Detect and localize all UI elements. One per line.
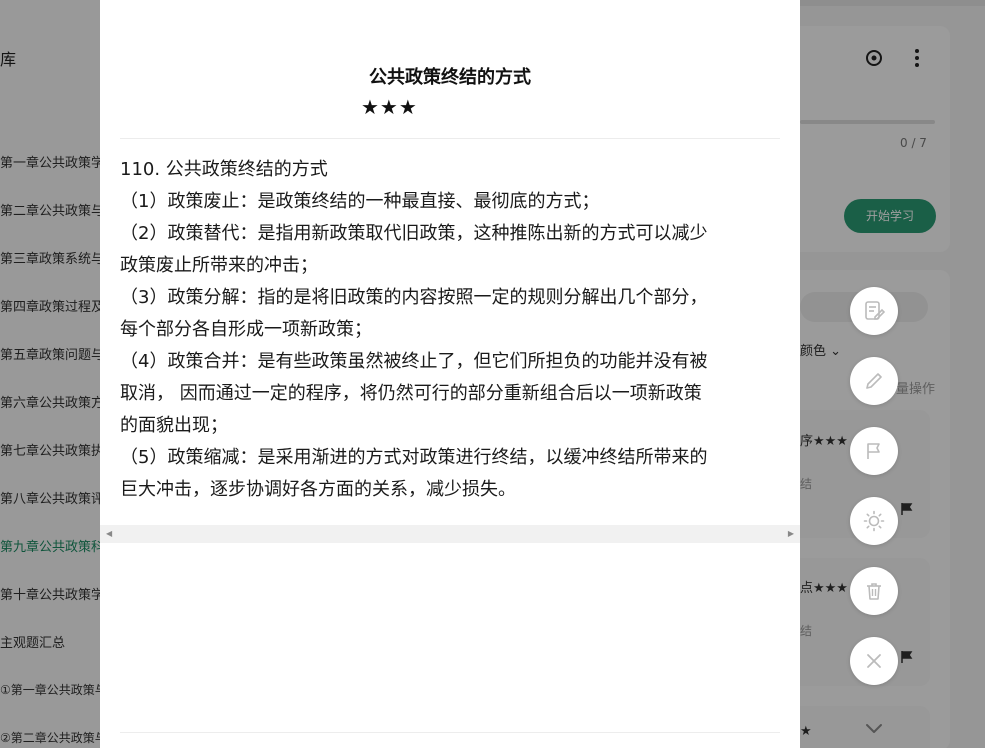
edit-note-button[interactable]: [850, 287, 898, 335]
scroll-right-icon[interactable]: ▶: [788, 529, 794, 538]
pencil-icon: [864, 371, 884, 391]
brightness-button[interactable]: [850, 497, 898, 545]
brightness-icon: [863, 510, 885, 532]
delete-button[interactable]: [850, 567, 898, 615]
content-line: 政策废止所带来的冲击；: [120, 255, 318, 276]
close-icon: [865, 652, 883, 670]
chevron-down-icon[interactable]: [864, 720, 884, 739]
scroll-left-icon[interactable]: ◀: [106, 529, 112, 538]
content-line: （1）政策废止：是政策终结的一种最直接、最彻底的方式；: [120, 191, 600, 212]
trash-icon: [864, 581, 884, 601]
content-line: 取消， 因而通过一定的程序，将仍然可行的部分重新组合后以一项新政策: [120, 383, 702, 404]
content-line: （2）政策替代：是指用新政策取代旧政策，这种推陈出新的方式可以减少: [120, 223, 708, 244]
title-divider: [120, 138, 780, 139]
content-line: 每个部分各自形成一项新政策；: [120, 319, 372, 340]
edit-note-icon: [863, 300, 885, 322]
close-button[interactable]: [850, 637, 898, 685]
note-detail-modal: 公共政策终结的方式 ★★★ 110. 公共政策终结的方式 （1）政策废止：是政策…: [100, 0, 800, 748]
content-line: 110. 公共政策终结的方式: [120, 159, 328, 180]
flag-button[interactable]: [850, 427, 898, 475]
content-line: （5）政策缩减：是采用渐进的方式对政策进行终结，以缓冲终结所带来的: [120, 447, 708, 468]
content-line: （3）政策分解：指的是将旧政策的内容按照一定的规则分解出几个部分，: [120, 287, 708, 308]
difficulty-stars: ★★★: [361, 95, 418, 119]
modal-title: 公共政策终结的方式: [369, 67, 531, 88]
content-line: 巨大冲击，逐步协调好各方面的关系，减少损失。: [120, 479, 516, 500]
bottom-divider: [120, 732, 780, 733]
pencil-button[interactable]: [850, 357, 898, 405]
content-line: （4）政策合并：是有些政策虽然被终止了，但它们所担负的功能并没有被: [120, 351, 708, 372]
note-content: 110. 公共政策终结的方式 （1）政策废止：是政策终结的一种最直接、最彻底的方…: [120, 154, 781, 506]
flag-icon: [864, 441, 884, 461]
horizontal-scrollbar[interactable]: ◀ ▶: [100, 525, 800, 543]
content-line: 的面貌出现；: [120, 415, 228, 436]
